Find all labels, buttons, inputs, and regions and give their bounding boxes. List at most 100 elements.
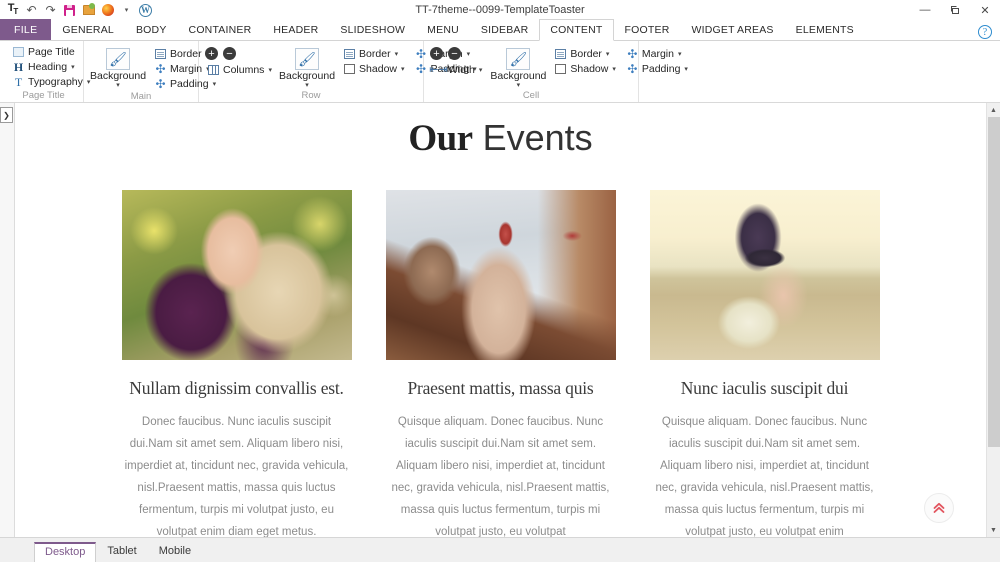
cell-margin-button[interactable]: ✣ Margin ▾ xyxy=(624,47,690,61)
cell-background-button[interactable]: 🖌 Background ▾ xyxy=(490,46,546,89)
event-card[interactable]: Nullam dignissim convallis est. Donec fa… xyxy=(122,190,352,537)
margin-icon: ✣ xyxy=(154,63,167,76)
event-card-text: Quisque aliquam. Donec faucibus. Nunc ia… xyxy=(386,411,616,537)
border-icon xyxy=(154,48,167,61)
row-shadow-button[interactable]: Shadow ▾ xyxy=(341,62,406,76)
background-brush-icon: 🖌 xyxy=(295,48,319,70)
events-card-row: Nullam dignissim convallis est. Donec fa… xyxy=(15,166,986,537)
row-background-button[interactable]: 🖌 Background ▾ xyxy=(279,46,335,89)
event-card-text: Quisque aliquam. Donec faucibus. Nunc ia… xyxy=(650,411,880,537)
help-icon[interactable]: ? xyxy=(978,25,992,39)
main-background-button[interactable]: 🖌 Background ▾ xyxy=(90,46,146,89)
photo-woman-lipstick-mirror[interactable] xyxy=(386,190,616,360)
window-controls: — ✕ xyxy=(910,0,1000,20)
tab-sidebar[interactable]: SIDEBAR xyxy=(470,19,540,40)
event-card-title: Nunc iaculis suscipit dui xyxy=(650,378,880,399)
save-icon[interactable] xyxy=(62,3,77,18)
tab-body[interactable]: BODY xyxy=(125,19,178,40)
workspace: ❯ Our Events Nullam dignissim convallis … xyxy=(0,103,1000,537)
typography-icon: T xyxy=(12,76,25,89)
vertical-scrollbar[interactable]: ▲ ▼ xyxy=(986,103,1000,537)
device-tab-desktop[interactable]: Desktop xyxy=(34,542,96,562)
tab-general[interactable]: GENERAL xyxy=(51,19,125,40)
row-border-button[interactable]: Border ▾ xyxy=(341,47,406,61)
page-title-word-2: Events xyxy=(483,117,593,158)
cell-width-button[interactable]: ⇤⇥ Width ▾ xyxy=(430,63,484,77)
page-preview-canvas[interactable]: Our Events Nullam dignissim convallis es… xyxy=(15,103,986,537)
tab-slideshow[interactable]: SLIDESHOW xyxy=(329,19,416,40)
wordpress-icon[interactable]: W xyxy=(138,3,153,18)
expand-panel-button[interactable]: ❯ xyxy=(0,107,13,123)
page-title-icon xyxy=(12,46,25,59)
padding-icon: ✣ xyxy=(626,63,639,76)
event-card-title: Praesent mattis, massa quis xyxy=(386,378,616,399)
margin-icon: ✣ xyxy=(626,48,639,61)
scroll-to-top-button[interactable] xyxy=(924,493,954,523)
padding-icon: ✣ xyxy=(154,78,167,91)
chevron-down-icon: ▾ xyxy=(395,50,399,58)
shadow-icon xyxy=(554,63,567,76)
chevron-down-icon: ▾ xyxy=(606,50,610,58)
dropdown-caret-icon[interactable]: ▾ xyxy=(119,3,134,18)
ribbon-group-label: Page Title xyxy=(10,90,77,102)
event-card[interactable]: Nunc iaculis suscipit dui Quisque aliqua… xyxy=(650,190,880,537)
typography-button[interactable]: T Typography ▾ xyxy=(10,75,92,89)
event-card[interactable]: Praesent mattis, massa quis Quisque aliq… xyxy=(386,190,616,537)
page-title-button[interactable]: Page Title xyxy=(10,45,92,59)
ribbon-panel: Page Title H Heading ▾ T Typography ▾ Pa… xyxy=(0,41,1000,103)
scroll-thumb[interactable] xyxy=(988,117,1000,447)
tab-header[interactable]: HEADER xyxy=(262,19,329,40)
open-folder-icon[interactable] xyxy=(81,3,96,18)
heading-button[interactable]: H Heading ▾ xyxy=(10,60,92,74)
photo-woman-sunglasses-field[interactable] xyxy=(650,190,880,360)
tab-elements[interactable]: ELEMENTS xyxy=(785,19,865,40)
ribbon-group-label: Main xyxy=(90,91,192,103)
redo-icon[interactable]: ↷ xyxy=(43,3,58,18)
cell-border-button[interactable]: Border ▾ xyxy=(552,47,617,61)
ribbon-tab-strip: FILE GENERAL BODY CONTAINER HEADER SLIDE… xyxy=(0,20,1000,41)
cell-remove-icon[interactable]: − xyxy=(448,47,461,60)
close-button[interactable]: ✕ xyxy=(970,0,1000,20)
border-icon xyxy=(343,48,356,61)
shadow-icon xyxy=(343,63,356,76)
row-columns-button[interactable]: Columns ▾ xyxy=(205,63,273,77)
chevron-down-icon: ▾ xyxy=(305,82,309,89)
text-tool-icon[interactable]: TT xyxy=(5,3,20,18)
ribbon-group-label: Cell xyxy=(430,90,632,102)
device-tab-mobile[interactable]: Mobile xyxy=(148,542,202,562)
restore-button[interactable] xyxy=(940,0,970,20)
chevron-down-icon: ▾ xyxy=(268,66,272,74)
chevron-down-icon: ▾ xyxy=(479,66,483,74)
cell-padding-button[interactable]: ✣ Padding ▾ xyxy=(624,62,690,76)
ribbon-group-row: + − Columns ▾ 🖌 Background ▾ Border ▾ xyxy=(199,41,424,102)
cell-shadow-button[interactable]: Shadow ▾ xyxy=(552,62,617,76)
chevron-down-icon: ▾ xyxy=(116,82,120,89)
chevron-down-icon: ▾ xyxy=(71,63,75,71)
quick-access-toolbar: TT ↶ ↷ ▾ W xyxy=(0,0,153,20)
photo-blonde-woman-purple-jacket[interactable] xyxy=(122,190,352,360)
tab-menu[interactable]: MENU xyxy=(416,19,470,40)
tab-container[interactable]: CONTAINER xyxy=(178,19,263,40)
left-rail: ❯ xyxy=(0,103,15,537)
cell-add-icon[interactable]: + xyxy=(430,47,443,60)
page-title-word-1: Our xyxy=(408,118,472,159)
firefox-preview-icon[interactable] xyxy=(100,3,115,18)
row-add-icon[interactable]: + xyxy=(205,47,218,60)
row-remove-icon[interactable]: − xyxy=(223,47,236,60)
scroll-down-arrow-icon[interactable]: ▼ xyxy=(987,523,1000,537)
scroll-track[interactable] xyxy=(987,117,1000,523)
device-tab-tablet[interactable]: Tablet xyxy=(96,542,147,562)
chevron-down-icon: ▾ xyxy=(612,65,616,73)
background-brush-icon: 🖌 xyxy=(106,48,130,70)
tab-widget-areas[interactable]: WIDGET AREAS xyxy=(681,19,785,40)
status-bar: Desktop Tablet Mobile xyxy=(0,537,1000,562)
border-icon xyxy=(554,48,567,61)
page-title: Our Events xyxy=(15,103,986,166)
minimize-button[interactable]: — xyxy=(910,0,940,20)
tab-content[interactable]: CONTENT xyxy=(539,19,613,41)
scroll-up-arrow-icon[interactable]: ▲ xyxy=(987,103,1000,117)
tab-file[interactable]: FILE xyxy=(0,19,51,40)
background-brush-icon: 🖌 xyxy=(506,48,530,70)
tab-footer[interactable]: FOOTER xyxy=(614,19,681,40)
undo-icon[interactable]: ↶ xyxy=(24,3,39,18)
